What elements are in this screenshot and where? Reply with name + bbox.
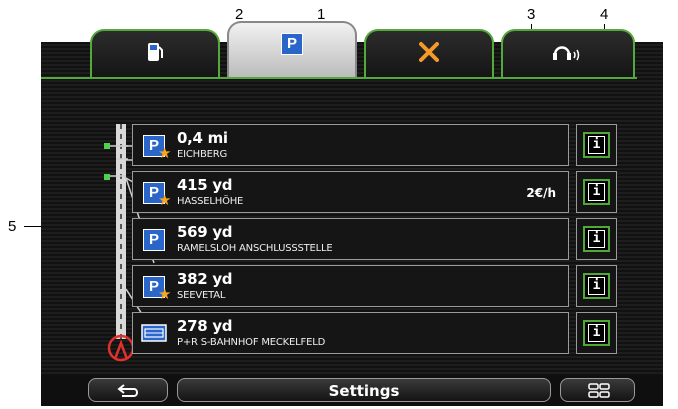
- info-icon: i: [588, 230, 605, 248]
- list-item[interactable]: 278 yd P+R S-BAHNHOF MECKELFELD: [132, 312, 569, 354]
- favorite-star-icon: ★: [158, 285, 172, 303]
- poi-name: EICHBERG: [177, 149, 228, 160]
- info-button[interactable]: i: [576, 312, 617, 354]
- info-button[interactable]: i: [576, 124, 617, 166]
- poi-name: P+R S-BAHNHOF MECKELFELD: [177, 337, 326, 348]
- distance: 415 yd: [177, 176, 233, 194]
- poi-name: HASSELHÖHE: [177, 196, 244, 207]
- favorite-star-icon: ★: [158, 191, 172, 209]
- info-icon: i: [588, 136, 605, 154]
- menu-button[interactable]: [560, 378, 635, 402]
- list-item[interactable]: P ★ 0,4 mi EICHBERG: [132, 124, 569, 166]
- favorite-star-icon: ★: [158, 144, 172, 162]
- list-item[interactable]: P 569 yd RAMELSLOH ANSCHLUSSSTELLE: [132, 218, 569, 260]
- info-icon: i: [588, 324, 605, 342]
- distance: 0,4 mi: [177, 129, 228, 147]
- price: 2€/h: [526, 186, 556, 200]
- back-button[interactable]: [88, 378, 168, 402]
- distance: 278 yd: [177, 317, 233, 335]
- info-icon: i: [588, 277, 605, 295]
- park-and-ride-icon: [141, 324, 167, 342]
- settings-label: Settings: [328, 382, 400, 400]
- distance: 569 yd: [177, 223, 233, 241]
- list-item[interactable]: P ★ 415 yd HASSELHÖHE 2€/h: [132, 171, 569, 213]
- back-arrow-icon: [117, 384, 138, 397]
- grid-menu-icon: [588, 383, 610, 398]
- info-button[interactable]: i: [576, 171, 617, 213]
- info-button[interactable]: i: [576, 218, 617, 260]
- parking-garage-icon: P: [143, 229, 165, 251]
- poi-name: RAMELSLOH ANSCHLUSSSTELLE: [177, 243, 333, 254]
- list-item[interactable]: P ★ 382 yd SEEVETAL: [132, 265, 569, 307]
- info-button[interactable]: i: [576, 265, 617, 307]
- settings-button[interactable]: Settings: [177, 378, 551, 402]
- info-icon: i: [588, 183, 605, 201]
- distance: 382 yd: [177, 270, 233, 288]
- poi-name: SEEVETAL: [177, 290, 226, 301]
